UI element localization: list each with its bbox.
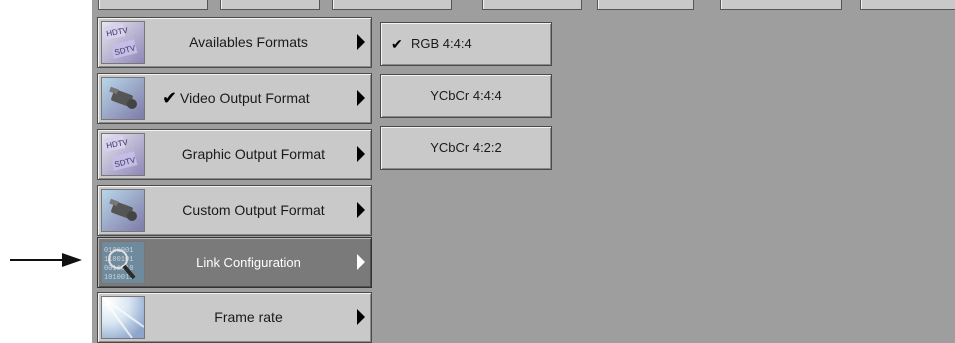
submenu-arrow-icon bbox=[357, 146, 365, 162]
submenu-item-label: YCbCr 4:4:4 bbox=[430, 88, 502, 103]
menu-item-frame-rate[interactable]: Frame rate bbox=[97, 292, 372, 343]
submenu-arrow-icon bbox=[357, 254, 365, 270]
menu-item-label: Custom Output Format bbox=[182, 202, 325, 218]
menu-item-available-formats[interactable]: HDTV SDTV Availables Formats bbox=[97, 17, 372, 68]
hdtv-sdtv-icon: HDTV SDTV bbox=[101, 21, 145, 64]
video-camera-icon bbox=[101, 189, 145, 232]
top-strip-button[interactable] bbox=[482, 0, 582, 10]
video-camera-icon bbox=[101, 77, 145, 120]
svg-text:1010011: 1010011 bbox=[104, 274, 133, 282]
top-button-strip bbox=[92, 0, 955, 12]
menu-item-label: Link Configuration bbox=[196, 255, 301, 270]
menu-item-label: Graphic Output Format bbox=[181, 146, 326, 162]
menu-item-label: Video Output Format bbox=[180, 90, 310, 106]
submenu-arrow-icon bbox=[357, 202, 365, 218]
menu-item-link-configuration[interactable]: 0101001 1100101 0011010 1010011 Link Con… bbox=[97, 237, 372, 288]
hdtv-sdtv-icon: HDTV SDTV bbox=[101, 133, 145, 176]
top-strip-button[interactable] bbox=[98, 0, 208, 10]
screen: HDTV SDTV Availables Formats ✔ Video Out… bbox=[0, 0, 955, 343]
submenu-arrow-icon bbox=[357, 34, 365, 50]
menu-item-custom-output-format[interactable]: Custom Output Format bbox=[97, 185, 372, 236]
menu-item-label: Availables Formats bbox=[189, 34, 308, 50]
pointer-arrow-icon bbox=[10, 253, 82, 267]
submenu-item-label: RGB 4:4:4 bbox=[411, 36, 472, 51]
magnifier-binary-icon: 0101001 1100101 0011010 1010011 bbox=[101, 241, 145, 284]
submenu-arrow-icon bbox=[357, 90, 365, 106]
light-rays-icon bbox=[101, 296, 145, 339]
menu-item-graphic-output-format[interactable]: HDTV SDTV Graphic Output Format bbox=[97, 129, 372, 180]
submenu-item-label: YCbCr 4:2:2 bbox=[430, 140, 502, 155]
top-strip-button[interactable] bbox=[860, 0, 955, 10]
submenu-item-rgb-444[interactable]: ✔ RGB 4:4:4 bbox=[380, 22, 552, 66]
menu-item-video-output-format[interactable]: ✔ Video Output Format bbox=[97, 73, 372, 124]
submenu-arrow-icon bbox=[357, 309, 365, 325]
top-strip-button[interactable] bbox=[597, 0, 694, 10]
check-icon: ✔ bbox=[162, 88, 178, 108]
menu-item-label: Frame rate bbox=[214, 309, 283, 325]
submenu-item-ycbcr-444[interactable]: YCbCr 4:4:4 bbox=[380, 74, 552, 118]
top-strip-button[interactable] bbox=[720, 0, 842, 10]
top-strip-button[interactable] bbox=[220, 0, 320, 10]
submenu-item-ycbcr-422[interactable]: YCbCr 4:2:2 bbox=[380, 126, 552, 170]
top-strip-button[interactable] bbox=[332, 0, 452, 10]
